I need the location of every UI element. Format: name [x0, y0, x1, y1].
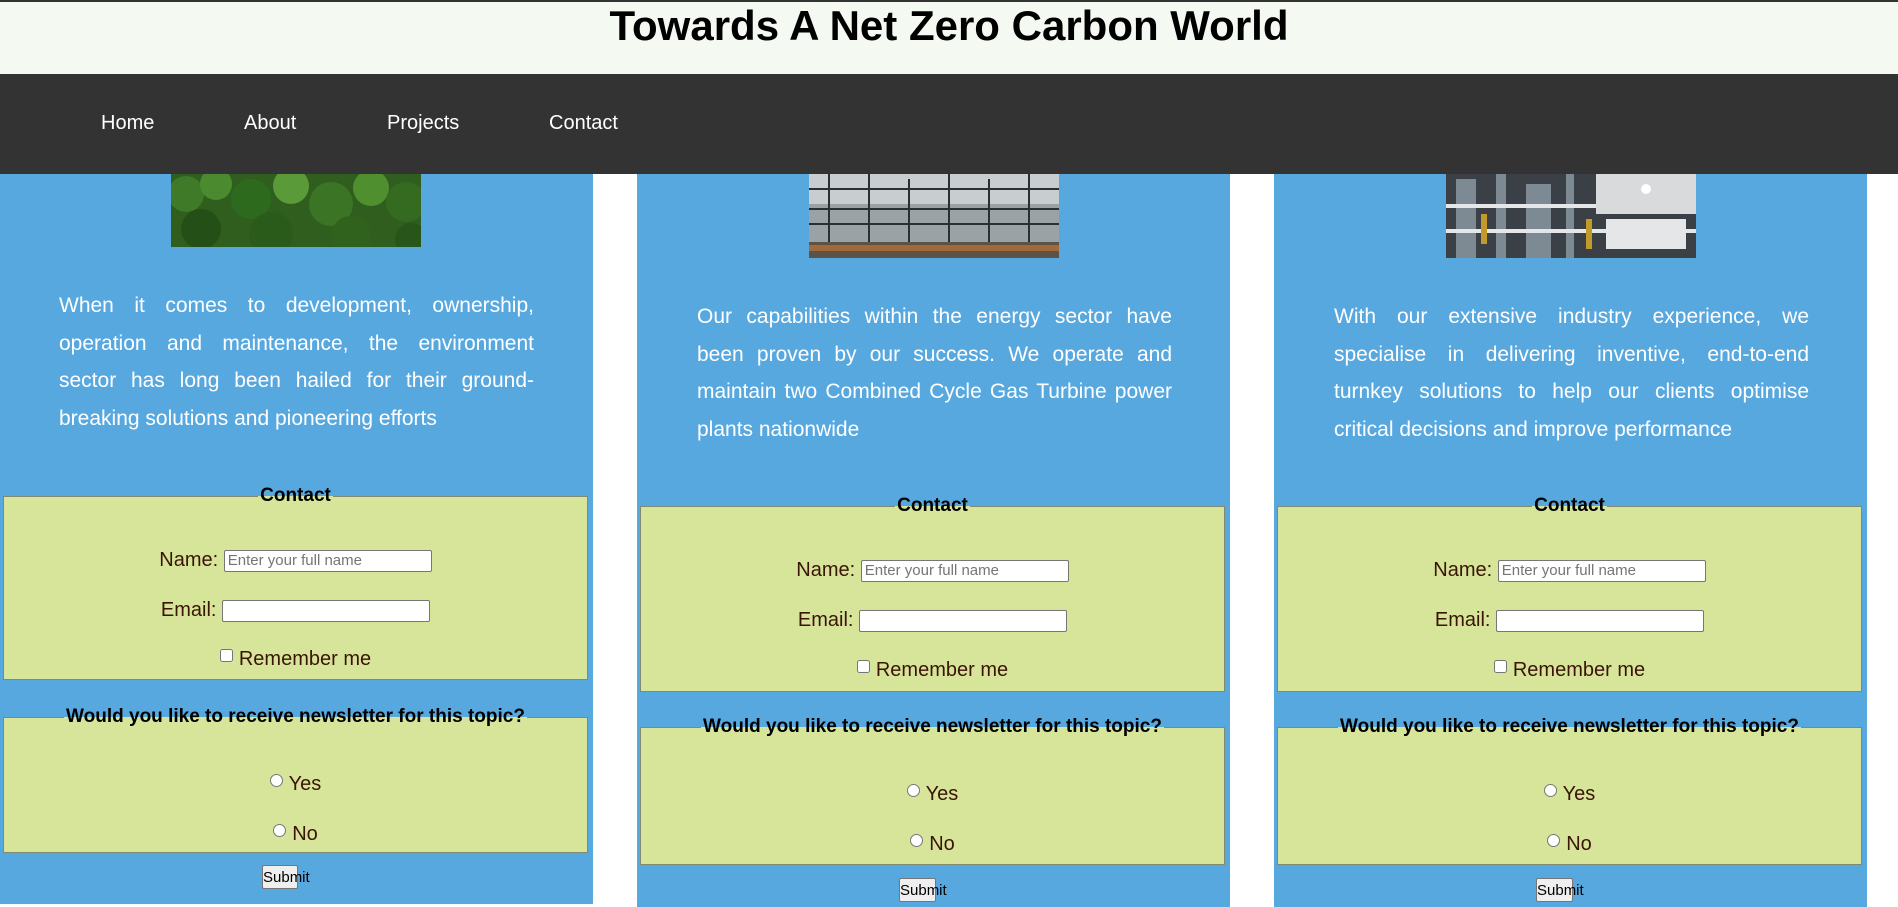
project-card-environment: When it comes to development, ownership,… — [0, 174, 593, 904]
name-input[interactable] — [860, 559, 1069, 582]
no-label: No — [929, 833, 955, 855]
newsletter-fieldset: Would you like to receive newsletter for… — [1277, 716, 1862, 865]
submit-button[interactable]: Submit — [899, 878, 947, 902]
email-label: Email: — [160, 599, 217, 621]
remember-row: Remember me — [4, 648, 587, 671]
yes-radio[interactable] — [906, 784, 920, 797]
nav-projects-link[interactable]: Projects — [387, 112, 459, 135]
remember-me-checkbox[interactable] — [1493, 660, 1507, 673]
yes-row: Yes — [4, 773, 587, 796]
page-title: Towards A Net Zero Carbon World — [609, 2, 1289, 49]
name-row: Name: — [641, 559, 1224, 582]
newsletter-legend: Would you like to receive newsletter for… — [703, 716, 1162, 737]
email-row: Email: — [641, 609, 1224, 632]
contact-fieldset: Contact Name: Email: Remember me — [640, 495, 1225, 692]
name-label: Name: — [1433, 559, 1493, 581]
contact-fieldset: Contact Name: Email: Remember me — [3, 485, 588, 680]
newsletter-legend: Would you like to receive newsletter for… — [66, 706, 525, 727]
name-label: Name: — [159, 549, 219, 571]
remember-me-checkbox[interactable] — [856, 660, 870, 673]
main-nav: Home About Projects Contact — [0, 74, 1898, 174]
no-row: No — [641, 833, 1224, 856]
nav-contact-link[interactable]: Contact — [549, 112, 618, 135]
email-input[interactable] — [1496, 609, 1705, 632]
email-row: Email: — [1278, 609, 1861, 632]
newsletter-fieldset: Would you like to receive newsletter for… — [3, 706, 588, 853]
card-description: When it comes to development, ownership,… — [59, 294, 534, 430]
yes-label: Yes — [288, 773, 322, 795]
email-label: Email: — [797, 609, 854, 631]
card-description: Our capabilities within the energy secto… — [697, 305, 1172, 441]
industrial-plant-photo — [1446, 174, 1696, 258]
contact-legend: Contact — [897, 495, 968, 516]
no-label: No — [1566, 833, 1592, 855]
nav-about-link[interactable]: About — [244, 112, 296, 135]
site-header: Towards A Net Zero Carbon World — [0, 0, 1898, 74]
remember-me-checkbox[interactable] — [219, 649, 233, 662]
project-card-energy: Our capabilities within the energy secto… — [637, 174, 1230, 907]
project-card-industry: With our extensive industry experience, … — [1274, 174, 1867, 907]
email-label: Email: — [1434, 609, 1491, 631]
no-label: No — [292, 823, 318, 845]
no-radio[interactable] — [1547, 834, 1561, 847]
power-substation-photo — [809, 174, 1059, 258]
no-radio[interactable] — [910, 834, 924, 847]
remember-row: Remember me — [641, 659, 1224, 682]
card-description: With our extensive industry experience, … — [1334, 305, 1809, 441]
no-row: No — [4, 823, 587, 846]
name-label: Name: — [796, 559, 856, 581]
submit-button[interactable]: Submit — [262, 865, 310, 889]
yes-radio[interactable] — [269, 774, 283, 787]
forest-photo — [171, 174, 421, 247]
yes-row: Yes — [641, 783, 1224, 806]
remember-row: Remember me — [1278, 659, 1861, 682]
yes-radio[interactable] — [1543, 784, 1557, 797]
contact-fieldset: Contact Name: Email: Remember me — [1277, 495, 1862, 692]
newsletter-fieldset: Would you like to receive newsletter for… — [640, 716, 1225, 865]
no-row: No — [1278, 833, 1861, 856]
no-radio[interactable] — [273, 824, 287, 837]
name-row: Name: — [4, 549, 587, 572]
email-input[interactable] — [222, 599, 431, 622]
name-row: Name: — [1278, 559, 1861, 582]
remember-label: Remember me — [875, 659, 1009, 681]
submit-button[interactable]: Submit — [1536, 878, 1584, 902]
nav-home-link[interactable]: Home — [101, 112, 154, 135]
newsletter-legend: Would you like to receive newsletter for… — [1340, 716, 1799, 737]
email-row: Email: — [4, 599, 587, 622]
name-input[interactable] — [223, 549, 432, 572]
yes-label: Yes — [925, 783, 959, 805]
contact-legend: Contact — [260, 485, 331, 506]
email-input[interactable] — [859, 609, 1068, 632]
name-input[interactable] — [1497, 559, 1706, 582]
remember-label: Remember me — [238, 648, 372, 670]
remember-label: Remember me — [1512, 659, 1646, 681]
contact-legend: Contact — [1534, 495, 1605, 516]
yes-row: Yes — [1278, 783, 1861, 806]
yes-label: Yes — [1562, 783, 1596, 805]
